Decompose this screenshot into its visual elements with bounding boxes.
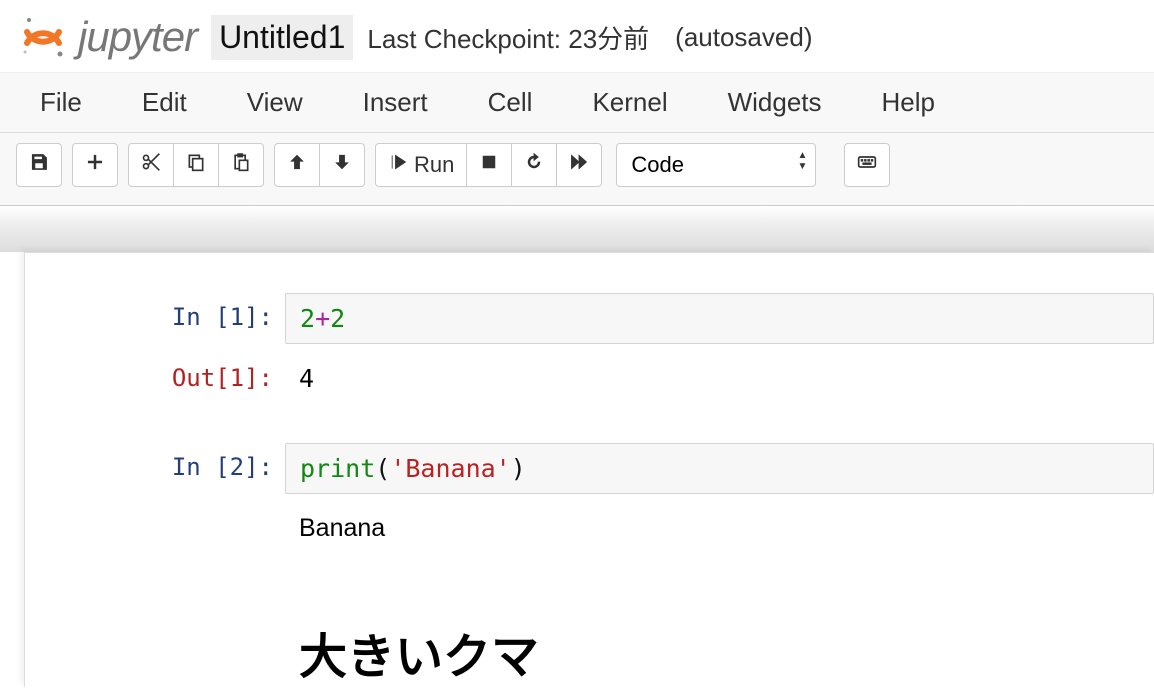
token-string: 'Banana' bbox=[390, 454, 510, 483]
menu-widgets[interactable]: Widgets bbox=[728, 87, 822, 118]
run-button[interactable]: Run bbox=[375, 143, 467, 187]
empty-prompt bbox=[25, 504, 285, 514]
copy-button[interactable] bbox=[173, 143, 219, 187]
menu-file[interactable]: File bbox=[40, 87, 82, 118]
menu-edit[interactable]: Edit bbox=[142, 87, 187, 118]
code-cell[interactable]: In [2]: print('Banana') bbox=[25, 443, 1154, 494]
logo[interactable]: jupyter bbox=[18, 12, 197, 62]
checkpoint-status: Last Checkpoint: 23分前 bbox=[367, 19, 649, 56]
insert-cell-below-button[interactable] bbox=[72, 143, 118, 187]
token-paren: ( bbox=[375, 454, 390, 483]
output-row: Out[1]: 4 bbox=[25, 354, 1154, 403]
paste-icon bbox=[231, 152, 251, 178]
token-operator: + bbox=[315, 304, 330, 333]
markdown-cell[interactable]: 大きいクマ bbox=[25, 593, 1154, 687]
move-group bbox=[274, 143, 365, 187]
notebook-title[interactable]: Untitled1 bbox=[211, 15, 353, 60]
save-icon bbox=[29, 152, 49, 178]
save-button[interactable] bbox=[16, 143, 62, 187]
menu-view[interactable]: View bbox=[247, 87, 303, 118]
keyboard-icon bbox=[857, 152, 877, 178]
fast-forward-icon bbox=[569, 152, 589, 178]
move-down-button[interactable] bbox=[319, 143, 365, 187]
toolbar: Run Code ▲▼ bbox=[0, 133, 1154, 206]
edit-group bbox=[128, 143, 264, 187]
header: jupyter Untitled1 Last Checkpoint: 23分前 … bbox=[0, 0, 1154, 72]
run-icon bbox=[388, 152, 408, 178]
run-group: Run bbox=[375, 143, 602, 187]
jupyter-planet-icon bbox=[18, 12, 68, 62]
token-builtin: print bbox=[300, 454, 375, 483]
restart-icon bbox=[524, 152, 544, 178]
toolbar-shadow bbox=[0, 206, 1154, 252]
code-cell[interactable]: In [1]: 2+2 bbox=[25, 293, 1154, 344]
cell-type-select[interactable]: Code ▲▼ bbox=[616, 143, 816, 187]
command-palette-button[interactable] bbox=[844, 143, 890, 187]
run-label: Run bbox=[414, 152, 454, 178]
copy-icon bbox=[186, 152, 206, 178]
menu-insert[interactable]: Insert bbox=[363, 87, 428, 118]
cut-button[interactable] bbox=[128, 143, 174, 187]
token-number: 2 bbox=[300, 304, 315, 333]
input-prompt: In [1]: bbox=[25, 293, 285, 331]
cell-type-value: Code bbox=[631, 152, 684, 178]
menu-kernel[interactable]: Kernel bbox=[592, 87, 667, 118]
menubar: File Edit View Insert Cell Kernel Widget… bbox=[0, 72, 1154, 133]
autosave-status: (autosaved) bbox=[675, 22, 812, 53]
output-row: Banana bbox=[25, 504, 1154, 553]
output-prompt: Out[1]: bbox=[25, 354, 285, 392]
move-up-button[interactable] bbox=[274, 143, 320, 187]
arrow-up-icon bbox=[287, 152, 307, 178]
plus-icon bbox=[85, 152, 105, 178]
restart-run-all-button[interactable] bbox=[556, 143, 602, 187]
brand-text: jupyter bbox=[78, 13, 197, 61]
code-input[interactable]: print('Banana') bbox=[285, 443, 1154, 494]
markdown-heading: 大きいクマ bbox=[285, 593, 1154, 687]
token-paren: ) bbox=[511, 454, 526, 483]
restart-button[interactable] bbox=[511, 143, 557, 187]
notebook: In [1]: 2+2 Out[1]: 4 In [2]: print('Ban… bbox=[24, 252, 1154, 687]
input-prompt: In [2]: bbox=[25, 443, 285, 481]
stop-icon bbox=[479, 152, 499, 178]
token-number: 2 bbox=[330, 304, 345, 333]
stdout-output: Banana bbox=[285, 504, 1154, 553]
menu-cell[interactable]: Cell bbox=[488, 87, 533, 118]
menu-help[interactable]: Help bbox=[882, 87, 935, 118]
code-input[interactable]: 2+2 bbox=[285, 293, 1154, 344]
arrow-down-icon bbox=[332, 152, 352, 178]
scissors-icon bbox=[141, 152, 161, 178]
interrupt-button[interactable] bbox=[466, 143, 512, 187]
execute-result: 4 bbox=[285, 354, 1154, 403]
paste-button[interactable] bbox=[218, 143, 264, 187]
select-stepper-icon: ▲▼ bbox=[797, 150, 807, 172]
empty-prompt bbox=[25, 593, 285, 603]
